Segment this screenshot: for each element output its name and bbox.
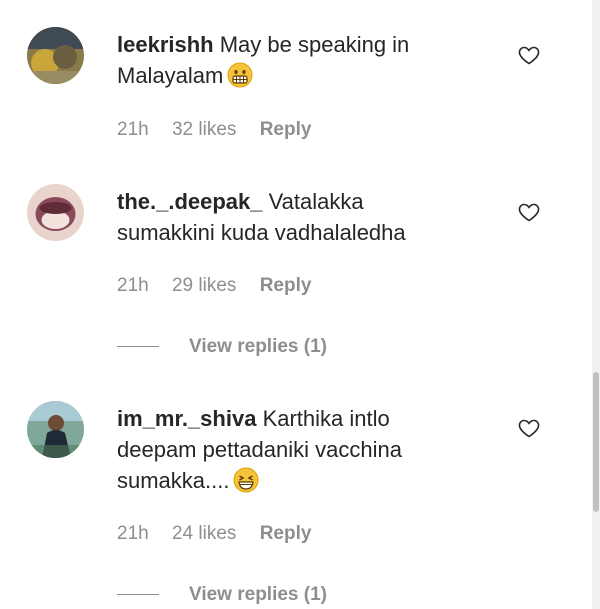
grimacing-face-icon — [227, 62, 253, 96]
heart-outline-icon[interactable] — [517, 416, 541, 440]
heart-outline-icon[interactable] — [517, 200, 541, 224]
scrollbar-track[interactable] — [592, 0, 600, 609]
comment-timestamp[interactable]: 21h — [117, 275, 149, 296]
view-replies-label[interactable]: View replies (1) — [189, 584, 327, 605]
comment-likes[interactable]: 29 likes — [172, 275, 236, 296]
reply-button[interactable]: Reply — [260, 275, 312, 296]
scrollbar-thumb[interactable] — [593, 372, 599, 512]
divider — [117, 594, 159, 596]
comment-meta: 21h 32 likes Reply — [117, 119, 329, 141]
reply-button[interactable]: Reply — [260, 119, 312, 140]
comment-timestamp[interactable]: 21h — [117, 523, 149, 544]
reply-button[interactable]: Reply — [260, 523, 312, 544]
comment-meta: 21h 29 likes Reply — [117, 275, 329, 297]
divider — [117, 346, 159, 348]
comment-timestamp[interactable]: 21h — [117, 119, 149, 140]
comment-meta: 21h 24 likes Reply — [117, 523, 329, 545]
avatar[interactable] — [27, 401, 84, 458]
grinning-squinting-face-icon — [233, 467, 259, 501]
comment-username[interactable]: im_mr._shiva — [117, 406, 256, 431]
view-replies-button[interactable]: View replies (1) — [117, 336, 327, 358]
comment-username[interactable]: the._.deepak_ — [117, 189, 263, 214]
avatar[interactable] — [27, 184, 84, 241]
view-replies-label[interactable]: View replies (1) — [189, 336, 327, 357]
avatar[interactable] — [27, 27, 84, 84]
heart-outline-icon[interactable] — [517, 43, 541, 67]
view-replies-button[interactable]: View replies (1) — [117, 584, 327, 606]
comment-likes[interactable]: 32 likes — [172, 119, 236, 140]
comment-likes[interactable]: 24 likes — [172, 523, 236, 544]
comment-username[interactable]: leekrishh — [117, 32, 214, 57]
